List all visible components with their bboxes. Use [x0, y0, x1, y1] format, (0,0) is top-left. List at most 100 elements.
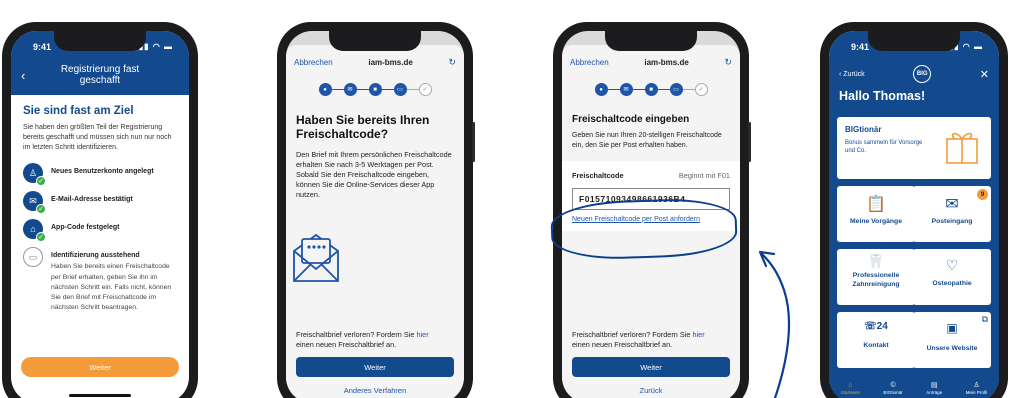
tile-my-processes[interactable]: 📋 Meine Vorgänge	[837, 186, 915, 242]
phone-notch	[329, 31, 421, 51]
hands-heart-icon: ♡	[945, 257, 959, 273]
bottom-tab-bar: ⌂ Startseite © BIGtionär ▤ Anträge ♙ Mein Pr…	[829, 375, 999, 398]
letter-envelope-icon	[293, 233, 339, 282]
other-method-link[interactable]: Anderes Verfahren	[296, 386, 454, 395]
phone-notch	[54, 31, 146, 51]
continue-button[interactable]: Weiter	[572, 357, 730, 377]
bigtionaer-card[interactable]: BIGtionär Bonus sammeln für Vorsorge und…	[837, 117, 991, 179]
lock-icon: ■	[368, 83, 382, 96]
cancel-button[interactable]: Abbrechen	[294, 58, 333, 67]
step-email-confirmed: ✉ ✓ E-Mail-Adresse bestätigt	[23, 191, 177, 215]
lost-letter-text: Freischaltbrief verloren? Fordern Sie hi…	[296, 329, 429, 350]
tile-website[interactable]: ⧉ ▣ Unsere Website	[913, 312, 991, 368]
side-button	[472, 122, 475, 162]
check-icon: ✓	[36, 176, 46, 187]
request-letter-link[interactable]: hier	[692, 330, 704, 339]
side-button	[748, 122, 751, 162]
card-title: BIGtionär	[845, 125, 882, 134]
tile-inbox[interactable]: 9 ✉ Posteingang	[913, 186, 991, 242]
home-indicator	[69, 394, 131, 397]
reload-icon[interactable]: ↻	[724, 57, 732, 68]
phone-notch	[868, 31, 960, 51]
step-appcode-set: ⌂ ✓ App-Code festgelegt	[23, 219, 177, 243]
home-icon: ⌂	[848, 381, 853, 389]
document-icon: ▤	[930, 382, 938, 389]
back-link[interactable]: ‹ Zurück	[839, 71, 865, 78]
id-card-icon: ▭	[23, 247, 43, 268]
tile-osteopathy[interactable]: ♡ Osteopathie	[913, 249, 991, 305]
notification-badge: 9	[977, 189, 988, 200]
info-text: Geben Sie nun Ihren 20-stelligen Freisch…	[572, 132, 722, 149]
cancel-button[interactable]: Abbrechen	[570, 58, 609, 67]
domain-label: iam-bms.de	[644, 58, 689, 67]
annotation-arrow	[758, 250, 791, 398]
page-title: Freischaltcode eingeben	[572, 114, 690, 125]
code-field-hint: Beginnt mit F01	[678, 170, 730, 180]
clipboard-icon: 📋	[866, 196, 886, 213]
id-card-icon: ▭	[393, 83, 407, 96]
mail-icon: ✉	[619, 83, 633, 96]
id-card-icon: ▭	[669, 83, 683, 96]
user-icon: ♙ ✓	[23, 163, 46, 187]
page-title: Registrierung fast geschafft	[60, 64, 140, 86]
step-label: App-Code festgelegt	[51, 224, 120, 232]
user-icon: ●	[318, 83, 332, 96]
step-account-created: ♙ ✓ Neues Benutzerkonto angelegt	[23, 163, 177, 187]
check-icon: ✓	[36, 204, 46, 215]
phone-dashboard: 9:41 ▮▮▮ ◠ ▬ ‹ Zurück BIG ✕ Hallo Thomas…	[820, 22, 1008, 398]
info-text: Den Brief mit Ihrem persönlichen Freisch…	[296, 149, 452, 200]
lock-icon: ⌂ ✓	[23, 219, 46, 243]
tile-contact[interactable]: ☏24 Kontakt	[837, 312, 915, 368]
progress-stepper: ● ✉ ■ ▭ ✓	[286, 83, 464, 96]
phone-24h-icon: ☏24	[864, 321, 888, 332]
tab-antraege[interactable]: ▤ Anträge	[926, 381, 942, 395]
mail-icon: ✉ ✓	[23, 191, 46, 215]
continue-button[interactable]: Weiter	[296, 357, 454, 377]
lost-letter-text: Freischaltbrief verloren? Fordern Sie hi…	[572, 329, 705, 350]
user-icon: ●	[594, 83, 608, 96]
step-label: Identifizierung ausstehend	[51, 252, 140, 260]
step-label: E-Mail-Adresse bestätigt	[51, 196, 133, 204]
section-heading: Sie sind fast am Ziel	[23, 105, 134, 117]
step-identification-pending: ▭ Identifizierung ausstehend Haben Sie b…	[23, 247, 177, 313]
intro-text: Sie haben den größten Teil der Registrie…	[23, 124, 172, 152]
code-field-label: Freischaltcode	[572, 170, 624, 180]
tab-startseite[interactable]: ⌂ Startseite	[841, 382, 860, 395]
big-logo: BIG	[913, 65, 932, 83]
page-title: Haben Sie bereits Ihren Freischaltcode?	[296, 113, 430, 141]
bonus-icon: ©	[890, 381, 896, 389]
step-label: Neues Benutzerkonto angelegt	[51, 168, 154, 176]
domain-label: iam-bms.de	[368, 58, 413, 67]
tile-teeth-cleaning[interactable]: 🦷 Professionelle Zahnreinigung	[837, 249, 915, 305]
screen-dashboard: 9:41 ▮▮▮ ◠ ▬ ‹ Zurück BIG ✕ Hallo Thomas…	[829, 31, 999, 398]
profile-icon: ♙	[973, 382, 980, 389]
phone-registration-progress: 9:41 ▮▮▮ ◠ ▬ ‹ Registrierung fast gescha…	[2, 22, 198, 398]
close-icon[interactable]: ✕	[980, 68, 989, 81]
screen-registration: 9:41 ▮▮▮ ◠ ▬ ‹ Registrierung fast gescha…	[11, 31, 189, 398]
back-chevron-icon[interactable]: ‹	[21, 68, 43, 83]
back-link[interactable]: Zurück	[572, 386, 730, 395]
status-time: 9:41	[33, 42, 52, 52]
lock-icon: ■	[644, 83, 658, 96]
greeting: Hallo Thomas!	[839, 89, 926, 103]
check-circle-icon: ✓	[694, 83, 708, 96]
check-circle-icon: ✓	[418, 83, 432, 96]
reload-icon[interactable]: ↻	[448, 57, 456, 68]
tab-profile[interactable]: ♙ Mein Profil	[966, 381, 988, 395]
onboarding-flow-showcase: 9:41 ▮▮▮ ◠ ▬ ‹ Registrierung fast gescha…	[0, 0, 1009, 398]
progress-stepper: ● ✉ ■ ▭ ✓	[562, 83, 740, 96]
continue-button[interactable]: Weiter	[21, 357, 179, 377]
tab-bigtionaer[interactable]: © BIGtionär	[883, 382, 902, 395]
mail-icon: ✉	[343, 83, 357, 96]
browser-icon: ▣	[946, 321, 958, 335]
step-description: Haben Sie bereits einen Freischaltcode p…	[51, 263, 172, 312]
tooth-icon: 🦷	[867, 253, 885, 269]
phone-notch	[605, 31, 697, 51]
web-sheet: Abbrechen iam-bms.de ↻ ● ✉ ■ ▭ ✓ Haben S…	[286, 45, 464, 398]
phone-have-code: Abbrechen iam-bms.de ↻ ● ✉ ■ ▭ ✓ Haben S…	[277, 22, 475, 398]
status-time: 9:41	[851, 42, 870, 52]
card-subtitle: Bonus sammeln für Vorsorge und Co.	[845, 140, 923, 155]
request-letter-link[interactable]: hier	[416, 330, 428, 339]
screen-have-code: Abbrechen iam-bms.de ↻ ● ✉ ■ ▭ ✓ Haben S…	[286, 31, 464, 398]
gift-icon	[946, 132, 978, 164]
